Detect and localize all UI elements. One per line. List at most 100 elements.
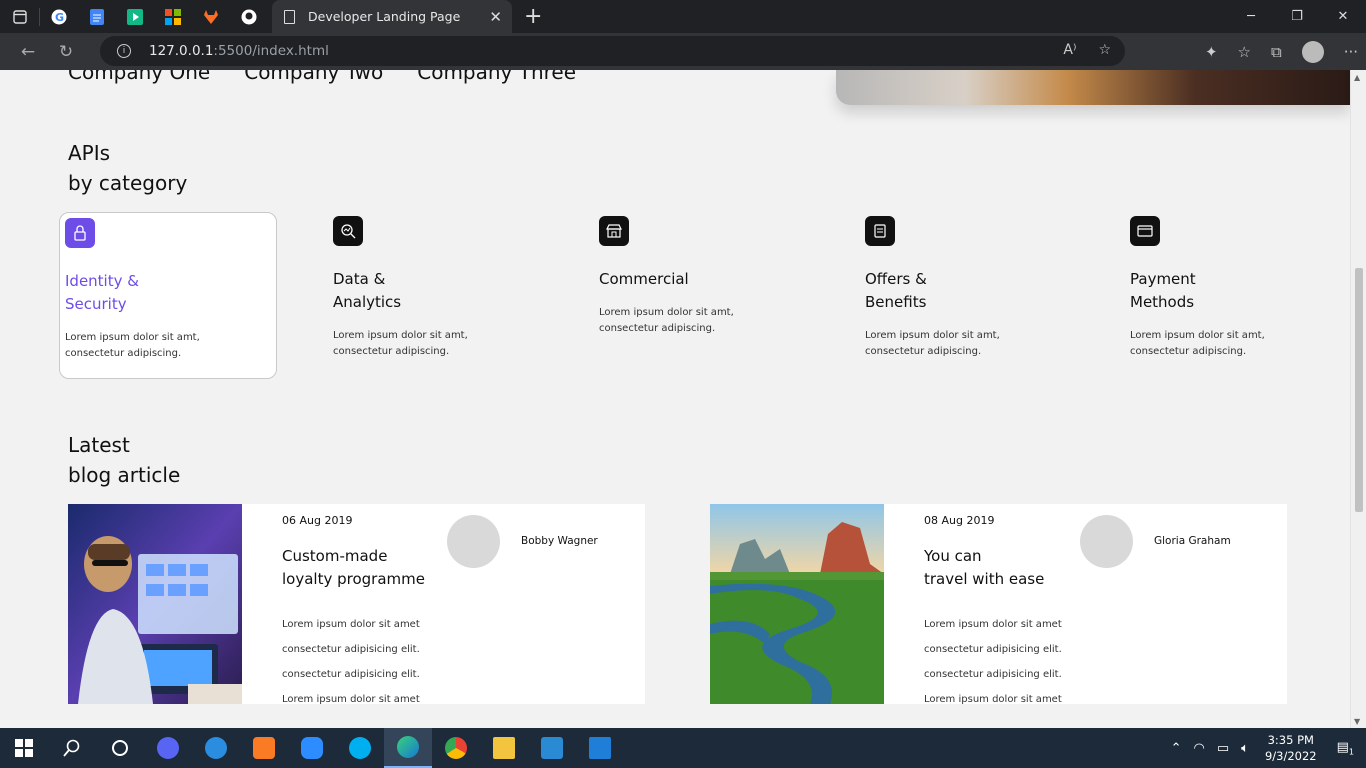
volume-icon[interactable]: 🔈︎ (1241, 741, 1249, 756)
scrollbar-thumb[interactable] (1355, 268, 1363, 512)
edge-icon[interactable] (384, 728, 432, 768)
gitlab-tab-icon[interactable] (199, 8, 223, 26)
store-icon (599, 216, 629, 246)
scroll-down-icon[interactable]: ▼ (1354, 717, 1360, 726)
close-tab-icon[interactable]: ✕ (489, 8, 502, 26)
notification-count: 1 (1348, 747, 1354, 757)
blog-card[interactable]: 08 Aug 2019 You can travel with ease Glo… (710, 504, 1287, 705)
blog-excerpt: Lorem ipsum dolor sit amet consectetur a… (282, 612, 420, 712)
chrome-icon[interactable] (432, 728, 480, 768)
apis-heading: APIs by category (68, 138, 187, 198)
api-card-payment[interactable]: Payment Methods Lorem ipsum dolor sit am… (1130, 212, 1348, 379)
scroll-up-icon[interactable]: ▲ (1354, 73, 1360, 82)
skype-icon[interactable] (336, 728, 384, 768)
blog-date: 06 Aug 2019 (282, 514, 353, 527)
google-tab-icon[interactable]: G (47, 8, 71, 26)
profile-avatar[interactable] (1301, 40, 1324, 63)
battery-icon[interactable]: ▭ (1217, 741, 1229, 756)
excerpt-line: consectetur adipisicing elit. (924, 669, 1062, 680)
collections-icon[interactable]: ⧉ (1271, 43, 1282, 61)
blog-title[interactable]: Custom-made loyalty programme (282, 545, 452, 591)
browser-tab-bar: G Developer Landing Page ✕ + ─ ❐ ✕ (0, 0, 1366, 33)
lock-icon (65, 218, 95, 248)
vscode-icon[interactable] (528, 728, 576, 768)
card-desc-line2: consectetur adipiscing. (1130, 346, 1247, 357)
close-window-icon[interactable]: ✕ (1320, 0, 1366, 33)
apis-heading-line1: APIs (68, 141, 111, 165)
wifi-icon[interactable]: ◠ (1194, 741, 1205, 756)
back-icon[interactable]: ← (9, 33, 47, 70)
excerpt-line: consectetur adipisicing elit. (282, 669, 420, 680)
extensions-icon[interactable]: ✦ (1205, 43, 1218, 61)
add-favorite-icon[interactable]: ☆ (1098, 42, 1111, 58)
github-tab-icon[interactable] (237, 8, 261, 26)
new-tab-icon[interactable]: + (524, 5, 542, 28)
card-title-line2: Benefits (865, 293, 927, 311)
url-host: 127.0.0.1 (149, 43, 214, 59)
excerpt-line: Lorem ipsum dolor sit amet (924, 619, 1062, 630)
active-tab[interactable]: Developer Landing Page ✕ (272, 0, 512, 33)
excerpt-line: consectetur adipisicing elit. (924, 644, 1062, 655)
page-icon (284, 9, 295, 24)
card-title-line1: Data & (333, 270, 386, 288)
apis-heading-line2: by category (68, 171, 188, 195)
blog-heading-line2: blog article (68, 463, 181, 487)
analytics-icon (333, 216, 363, 246)
card-title-line1: Payment (1130, 270, 1196, 288)
clock[interactable]: 3:35 PM 9/3/2022 (1265, 732, 1317, 764)
blog-title[interactable]: You can travel with ease (924, 545, 1094, 591)
thunderbird-icon[interactable] (192, 728, 240, 768)
clock-date: 9/3/2022 (1264, 749, 1317, 763)
company-name: Company Three (417, 70, 577, 84)
blog-title-line2: loyalty programme (282, 570, 425, 588)
notifications-icon[interactable]: ▤1 (1337, 740, 1354, 757)
xampp-icon[interactable] (240, 728, 288, 768)
blog-image (710, 504, 884, 704)
file-explorer-icon[interactable] (480, 728, 528, 768)
card-desc-line1: Lorem ipsum dolor sit amt, (865, 330, 1000, 341)
card-icon (1130, 216, 1160, 246)
url-path: :5500/index.html (213, 43, 329, 59)
blog-heading: Latest blog article (68, 430, 180, 490)
more-menu-icon[interactable]: ··· (1344, 43, 1358, 61)
blog-card[interactable]: 06 Aug 2019 Custom-made loyalty programm… (68, 504, 645, 705)
card-desc-line1: Lorem ipsum dolor sit amt, (1130, 330, 1265, 341)
read-aloud-icon[interactable]: A⁾ (1063, 42, 1076, 58)
docs-tab-icon[interactable] (85, 8, 109, 26)
excerpt-line: Lorem ipsum dolor sit amet (282, 619, 420, 630)
api-card-offers[interactable]: Offers & Benefits Lorem ipsum dolor sit … (865, 212, 1083, 379)
api-card-commercial[interactable]: Commercial Lorem ipsum dolor sit amt, co… (599, 212, 817, 379)
start-icon[interactable] (0, 728, 48, 768)
site-info-icon[interactable]: i (117, 44, 131, 58)
cortana-icon[interactable] (96, 728, 144, 768)
minimize-icon[interactable]: ─ (1228, 0, 1274, 33)
api-card-data[interactable]: Data & Analytics Lorem ipsum dolor sit a… (333, 212, 551, 379)
photos-icon[interactable] (576, 728, 624, 768)
company-name: Company Two (244, 70, 384, 84)
microsoft-tab-icon[interactable] (161, 8, 185, 26)
tab-actions-icon[interactable] (0, 0, 39, 33)
play-tab-icon[interactable] (123, 8, 147, 26)
discord-icon[interactable] (144, 728, 192, 768)
api-card-identity[interactable]: Identity & Security Lorem ipsum dolor si… (59, 212, 277, 379)
hero-image (836, 70, 1350, 105)
blog-date: 08 Aug 2019 (924, 514, 995, 527)
restore-icon[interactable]: ❐ (1274, 0, 1320, 33)
card-title-line1: Commercial (599, 270, 689, 288)
blog-excerpt: Lorem ipsum dolor sit amet consectetur a… (924, 612, 1062, 712)
search-icon[interactable] (48, 728, 96, 768)
tab-title: Developer Landing Page (308, 9, 461, 24)
zoom-icon[interactable] (288, 728, 336, 768)
favorites-icon[interactable]: ☆ (1238, 43, 1251, 61)
browser-toolbar: ← ↻ i 127.0.0.1:5500/index.html A⁾ ☆ ✦ ☆… (0, 33, 1366, 70)
author-name: Gloria Graham (1154, 535, 1231, 547)
card-desc-line2: consectetur adipiscing. (65, 348, 182, 359)
chevron-up-icon[interactable]: ⌃ (1171, 741, 1182, 756)
card-desc-line2: consectetur adipiscing. (865, 346, 982, 357)
refresh-icon[interactable]: ↻ (47, 33, 85, 70)
blog-title-line2: travel with ease (924, 570, 1045, 588)
page-scrollbar[interactable]: ▲ ▼ (1350, 70, 1366, 728)
address-bar[interactable]: i 127.0.0.1:5500/index.html A⁾ ☆ (100, 36, 1125, 66)
blog-title-line1: You can (924, 547, 982, 565)
card-desc-line1: Lorem ipsum dolor sit amt, (333, 330, 468, 341)
